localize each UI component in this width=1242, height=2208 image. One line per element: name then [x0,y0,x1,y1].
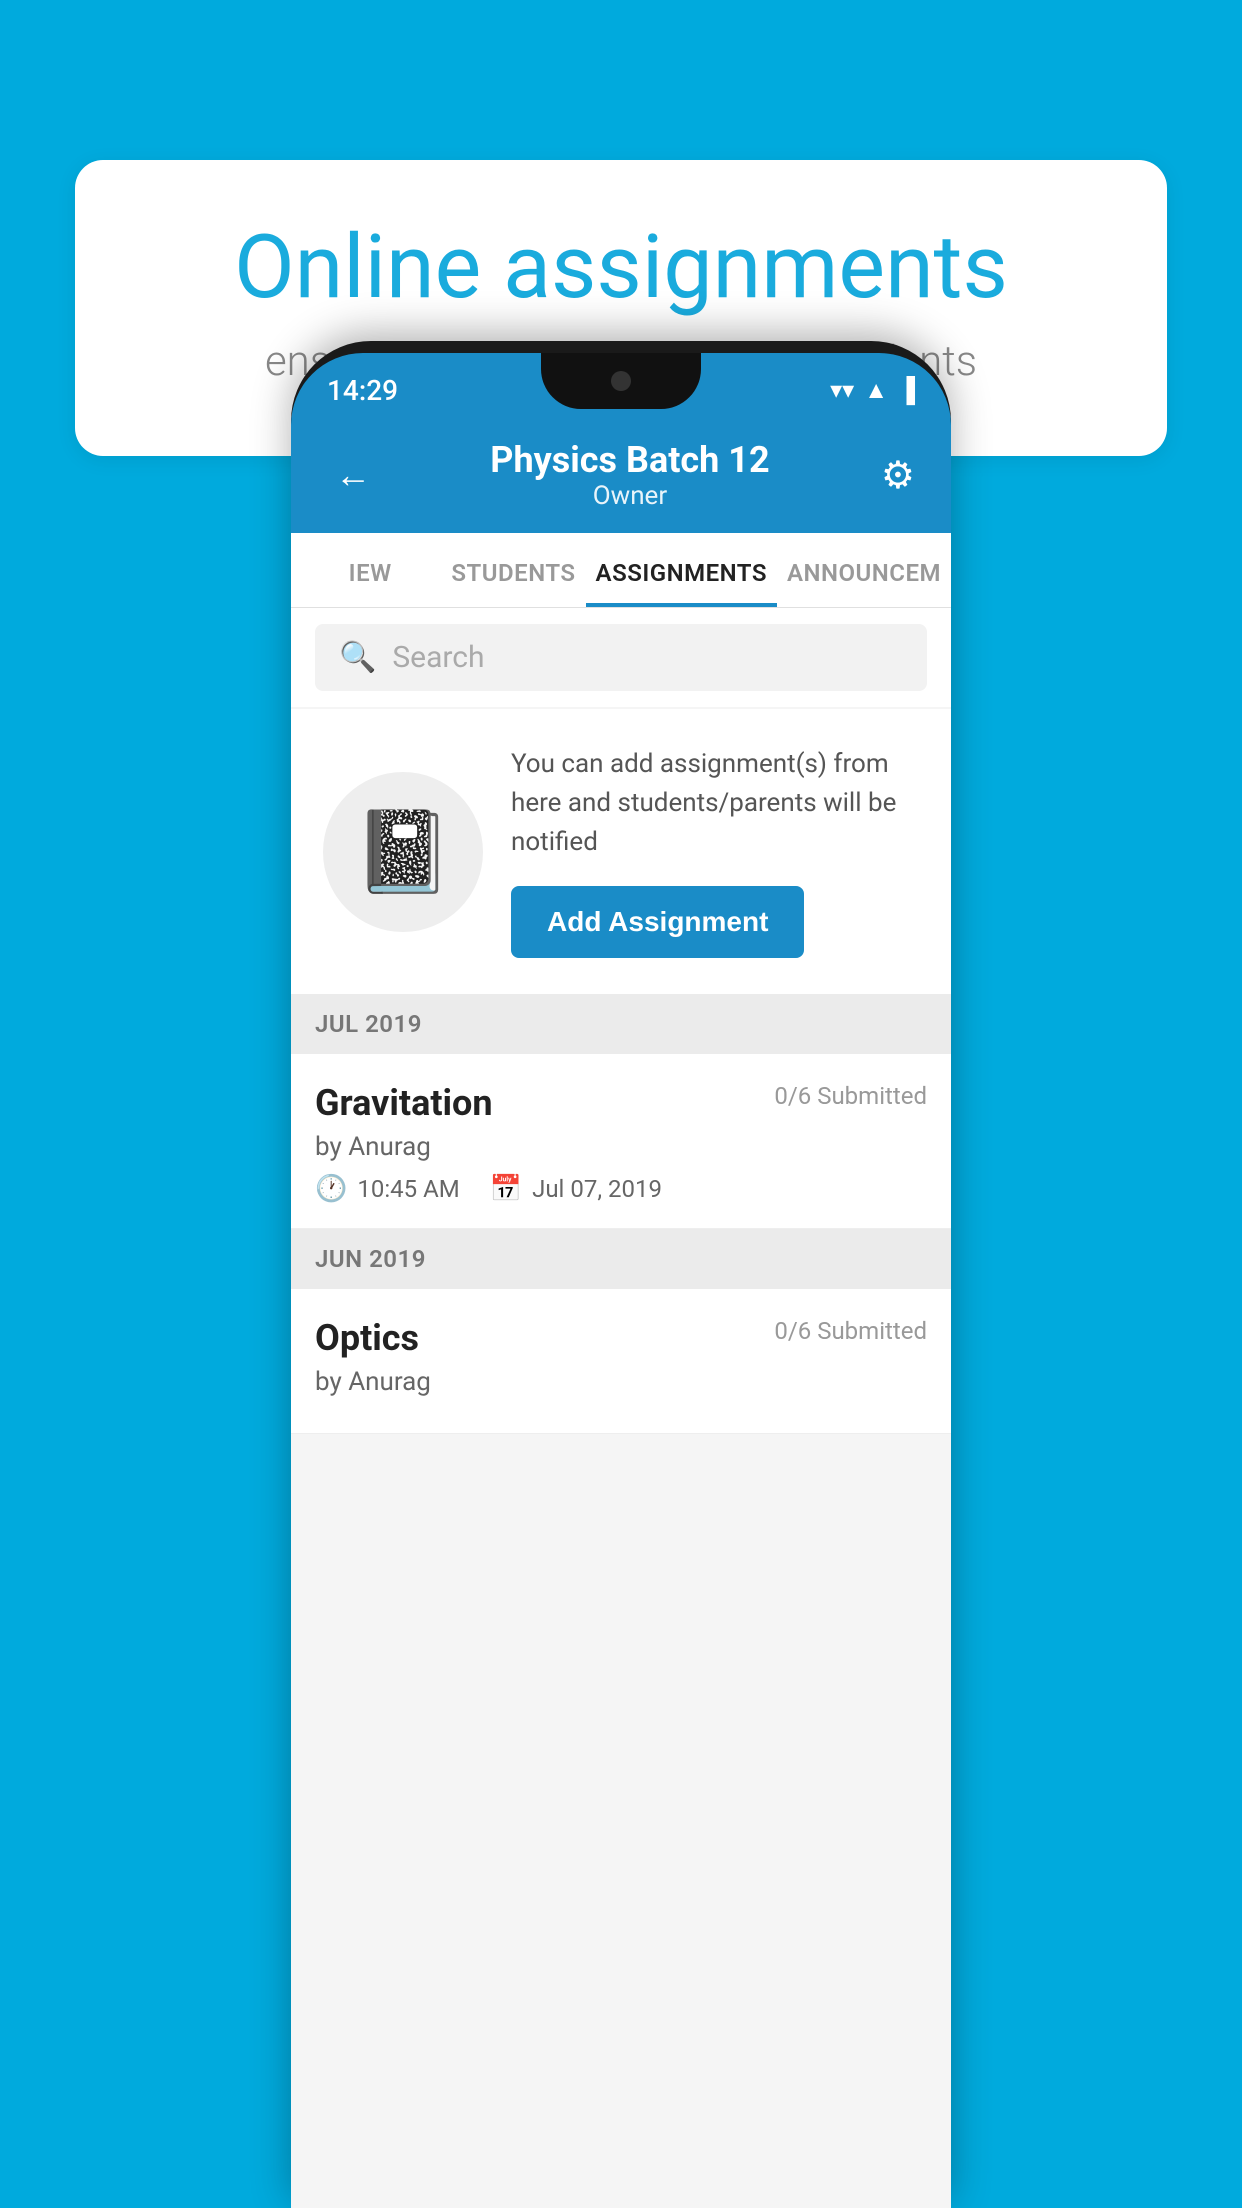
tabs-bar: IEW STUDENTS ASSIGNMENTS ANNOUNCEM [291,533,951,608]
assignment-by: by Anurag [315,1132,927,1162]
assignment-optics-top-row: Optics 0/6 Submitted [315,1317,927,1359]
bubble-title: Online assignments [145,220,1097,317]
assignment-time-value: 10:45 AM [357,1175,459,1203]
assignment-optics-submitted: 0/6 Submitted [774,1317,927,1345]
section-jun2019: JUN 2019 [291,1229,951,1289]
status-icons: ▾▾ ▲ ▐ [830,376,915,405]
promo-icon-circle: 📓 [323,772,483,932]
assignment-top-row: Gravitation 0/6 Submitted [315,1082,927,1124]
notch [541,353,701,409]
app-header: ← Physics Batch 12 Owner ⚙ [291,421,951,533]
assignment-optics-by: by Anurag [315,1367,927,1397]
search-bar[interactable]: 🔍 Search [315,624,927,691]
section-jul2019: JUL 2019 [291,994,951,1054]
assignment-gravitation[interactable]: Gravitation 0/6 Submitted by Anurag 🕐 10… [291,1054,951,1229]
search-placeholder: Search [392,640,484,675]
back-button[interactable]: ← [327,446,379,504]
phone-inner: 14:29 ▾▾ ▲ ▐ ← Physics Batch 12 Owner ⚙ … [291,353,951,2208]
promo-description: You can add assignment(s) from here and … [511,745,919,862]
clock-icon: 🕐 [315,1174,347,1204]
signal-icon: ▲ [864,376,888,405]
assignment-optics[interactable]: Optics 0/6 Submitted by Anurag [291,1289,951,1434]
gear-icon[interactable]: ⚙ [881,453,915,498]
assignment-time: 🕐 10:45 AM [315,1174,460,1204]
phone-frame: 14:29 ▾▾ ▲ ▐ ← Physics Batch 12 Owner ⚙ … [291,341,951,2208]
wifi-icon: ▾▾ [830,376,854,404]
add-assignment-promo: 📓 You can add assignment(s) from here an… [291,709,951,994]
tab-overview[interactable]: IEW [291,533,441,607]
screen-content: 🔍 Search 📓 You can add assignment(s) fro… [291,608,951,2208]
add-assignment-button[interactable]: Add Assignment [511,886,804,958]
tab-students[interactable]: STUDENTS [441,533,585,607]
assignment-optics-name: Optics [315,1317,419,1359]
assignment-name: Gravitation [315,1082,493,1124]
search-icon: 🔍 [339,640,376,675]
header-title: Physics Batch 12 [379,439,881,481]
assignment-date-value: Jul 07, 2019 [532,1175,662,1203]
assignment-meta: 🕐 10:45 AM 📅 Jul 07, 2019 [315,1174,927,1204]
header-subtitle: Owner [379,481,881,511]
calendar-icon: 📅 [490,1174,522,1204]
tab-assignments[interactable]: ASSIGNMENTS [586,533,777,607]
notebook-icon: 📓 [353,805,453,899]
header-center: Physics Batch 12 Owner [379,439,881,511]
tab-announcements[interactable]: ANNOUNCEM [777,533,951,607]
promo-text-area: You can add assignment(s) from here and … [511,745,919,958]
status-time: 14:29 [327,374,398,407]
battery-icon: ▐ [898,376,915,405]
search-container: 🔍 Search [291,608,951,707]
front-camera [611,371,631,391]
assignment-submitted: 0/6 Submitted [774,1082,927,1110]
assignment-date: 📅 Jul 07, 2019 [490,1174,662,1204]
